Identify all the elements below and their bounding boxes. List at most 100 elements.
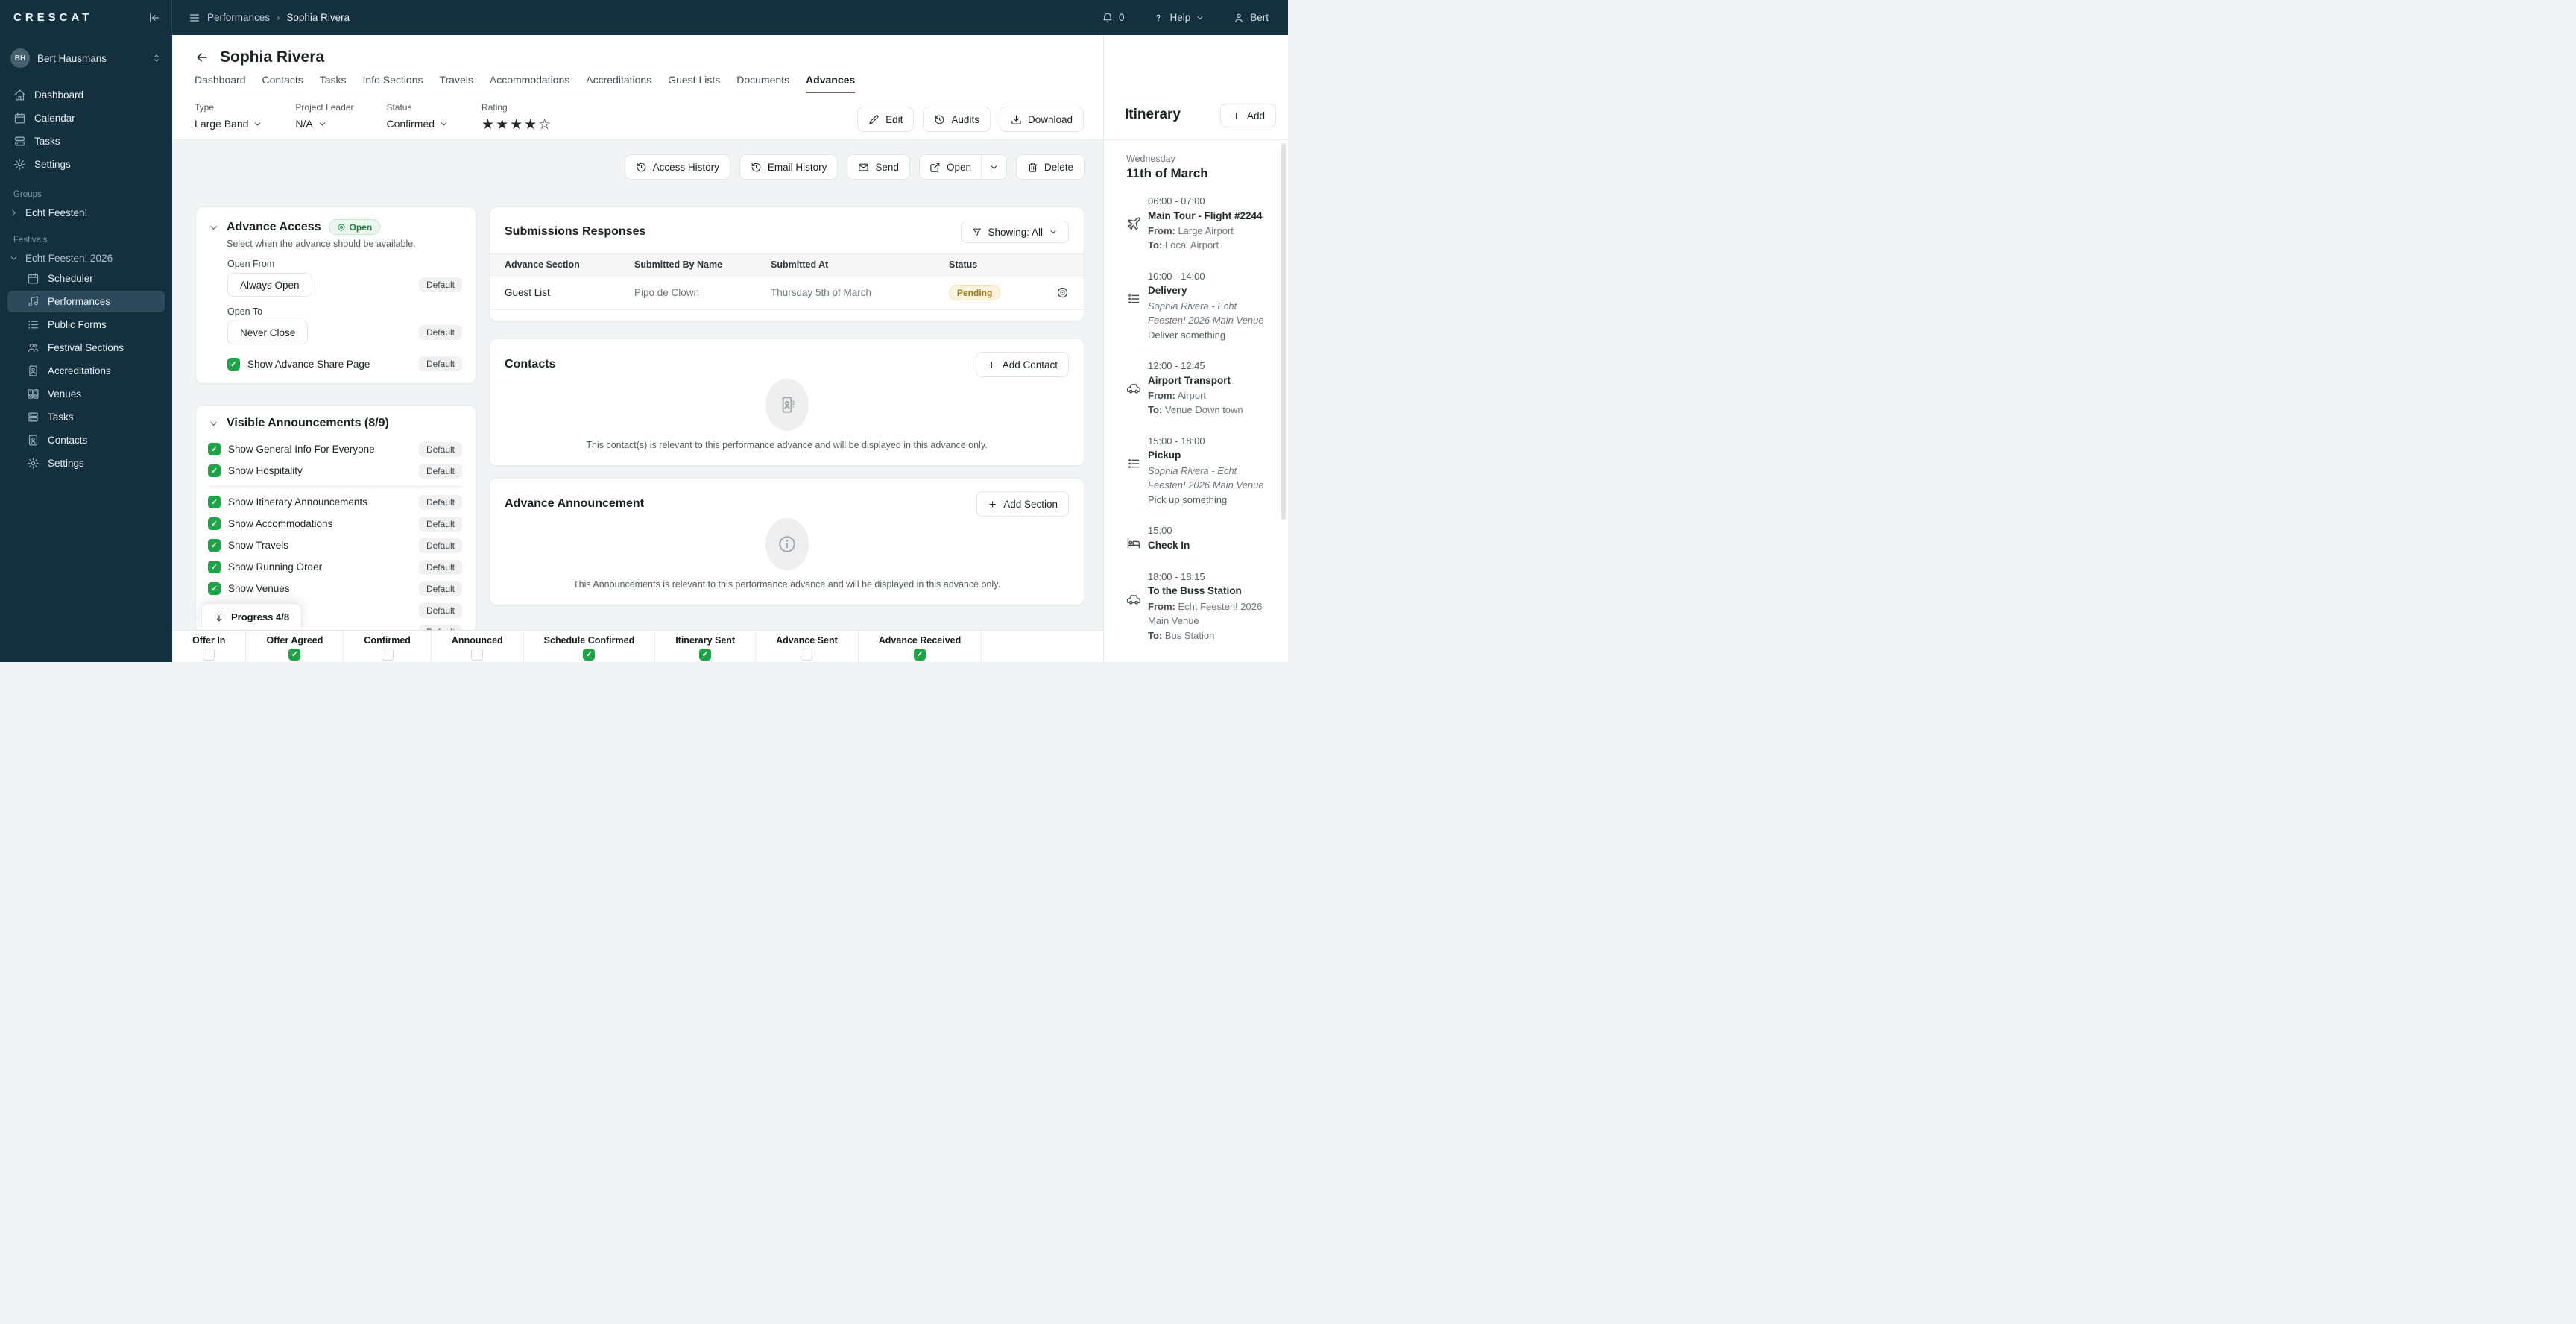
tab-advances[interactable]: Advances	[806, 74, 856, 93]
progress-button[interactable]: Progress 4/8	[201, 603, 303, 630]
status-cell-offer-in: Offer In	[172, 631, 247, 662]
sidebar-item-calendar[interactable]: Calendar	[7, 107, 165, 129]
field-status-select[interactable]: Confirmed	[386, 118, 449, 130]
sidebar-user-switcher[interactable]: BH Bert Hausmans	[0, 42, 172, 74]
tab-info-sections[interactable]: Info Sections	[363, 74, 423, 92]
back-arrow-icon[interactable]	[195, 50, 209, 65]
announcement-checkbox[interactable]: ✓	[208, 539, 221, 552]
tab-contacts[interactable]: Contacts	[262, 74, 303, 92]
status-checkbox-offer-agreed[interactable]: ✓	[288, 648, 301, 661]
sidebar-item-tasks[interactable]: Tasks	[7, 130, 165, 152]
breadcrumb-separator-icon: ›	[277, 12, 280, 23]
tab-dashboard[interactable]: Dashboard	[195, 74, 246, 92]
status-checkbox-announced[interactable]	[471, 648, 484, 661]
status-checkbox-advance-received[interactable]: ✓	[914, 648, 926, 661]
menu-icon[interactable]	[189, 12, 201, 24]
send-button[interactable]: Send	[847, 154, 910, 180]
status-checkbox-itinerary-sent[interactable]: ✓	[699, 648, 712, 661]
default-chip: Default	[418, 356, 462, 371]
tab-guest-lists[interactable]: Guest Lists	[668, 74, 720, 92]
sidebar-item-dashboard[interactable]: Dashboard	[7, 84, 165, 106]
itinerary-item-main-tour-flight-2244[interactable]: 06:00 - 07:00 Main Tour - Flight #2244 Fr…	[1126, 194, 1272, 253]
user-menu[interactable]: Bert	[1233, 12, 1269, 24]
show-advance-share-page-label: Show Advance Share Page	[247, 358, 370, 370]
sidebar-festival-echt-feesten-2026[interactable]: Echt Feesten! 2026	[0, 249, 172, 268]
itinerary-item-pickup[interactable]: 15:00 - 18:00 Pickup Sophia Rivera - Echt…	[1126, 434, 1272, 507]
announcement-checkbox[interactable]: ✓	[208, 464, 221, 477]
sidebar-festivals-label: Festivals	[13, 236, 48, 245]
open-from-select[interactable]: Always Open	[227, 273, 312, 297]
collapse-chevron-icon[interactable]	[208, 418, 219, 429]
sidebar-collapse-icon[interactable]	[148, 11, 161, 25]
page-title: Sophia Rivera	[220, 48, 325, 66]
sidebar-item-tasks[interactable]: Tasks	[7, 406, 165, 428]
show-advance-share-page-checkbox[interactable]: ✓	[227, 357, 240, 371]
announcement-label: Show General Info For Everyone	[228, 444, 375, 455]
sidebar-item-performances[interactable]: Performances	[7, 291, 165, 312]
sidebar-item-festival-sections[interactable]: Festival Sections	[7, 337, 165, 359]
breadcrumb-performances[interactable]: Performances	[207, 12, 270, 23]
sidebar-item-accreditations[interactable]: Accreditations	[7, 360, 165, 382]
open-dropdown-toggle[interactable]	[980, 155, 1006, 179]
status-checkbox-advance-sent[interactable]	[801, 648, 813, 661]
brand-logo: CRESCAT	[13, 11, 93, 24]
sidebar-item-settings[interactable]: Settings	[7, 453, 165, 474]
gear-icon	[27, 457, 40, 470]
itinerary-item-airport-transport[interactable]: 12:00 - 12:45 Airport Transport From: Air…	[1126, 359, 1272, 417]
sidebar-item-contacts[interactable]: Contacts	[7, 429, 165, 451]
itinerary-item-check-in[interactable]: 15:00 Check In	[1126, 523, 1272, 553]
help-menu[interactable]: Help	[1152, 12, 1205, 24]
tab-documents[interactable]: Documents	[736, 74, 789, 92]
download-button[interactable]: Download	[999, 107, 1084, 132]
show-advance-share-page-row: ✓ Show Advance Share Page Default	[227, 356, 462, 371]
status-checkbox-confirmed[interactable]	[381, 648, 394, 661]
announcement-checkbox[interactable]: ✓	[208, 517, 221, 530]
edit-button[interactable]: Edit	[857, 107, 915, 132]
open-button[interactable]: Open	[920, 155, 981, 179]
scrollbar-thumb[interactable]	[1281, 143, 1286, 520]
announcement-checkbox[interactable]: ✓	[208, 443, 221, 455]
email-history-button[interactable]: Email History	[739, 154, 839, 180]
itinerary-item-to-the-buss-station[interactable]: 18:00 - 18:15 To the Buss Station From: E…	[1126, 570, 1272, 643]
sidebar-item-settings[interactable]: Settings	[7, 154, 165, 175]
itinerary-time: 15:00	[1148, 525, 1172, 536]
itinerary-time: 18:00 - 18:15	[1148, 570, 1205, 582]
tab-accommodations[interactable]: Accommodations	[490, 74, 569, 92]
advance-access-card: Advance Access Open Select when the adva…	[195, 207, 476, 384]
announcement-checkbox[interactable]: ✓	[208, 582, 221, 595]
access-history-button[interactable]: Access History	[624, 154, 730, 180]
sidebar-item-scheduler[interactable]: Scheduler	[7, 268, 165, 289]
column-header-advance-section: Advance Section	[505, 259, 580, 270]
field-project-leader-select[interactable]: N/A	[295, 118, 353, 130]
tab-accreditations[interactable]: Accreditations	[586, 74, 651, 92]
status-checkbox-offer-in[interactable]	[203, 648, 215, 661]
field-type-select[interactable]: Large Band	[195, 118, 262, 130]
notifications-button[interactable]: 0	[1102, 12, 1124, 24]
default-chip: Default	[418, 325, 462, 340]
table-row[interactable]: Guest List Pipo de Clown Thursday 5th of…	[490, 276, 1084, 310]
status-checkbox-schedule-confirmed[interactable]: ✓	[583, 648, 596, 661]
view-icon[interactable]	[1056, 286, 1069, 299]
announcement-row-show-itinerary-announcements: ✓ Show Itinerary Announcements Default	[208, 492, 462, 512]
add-section-button[interactable]: Add Section	[976, 491, 1069, 517]
sidebar-group-echt-feesten[interactable]: Echt Feesten!	[0, 204, 172, 222]
contact-icon	[27, 434, 40, 447]
add-contact-button[interactable]: Add Contact	[975, 352, 1069, 377]
showing-filter-button[interactable]: Showing: All	[961, 221, 1069, 243]
announcement-checkbox[interactable]: ✓	[208, 496, 221, 508]
open-to-select[interactable]: Never Close	[227, 321, 309, 344]
column-header-submitted-by-name: Submitted By Name	[634, 259, 723, 270]
collapse-chevron-icon[interactable]	[208, 222, 219, 233]
sidebar-item-venues[interactable]: Venues	[7, 383, 165, 405]
itinerary-item-delivery[interactable]: 10:00 - 14:00 Delivery Sophia Rivera - Ec…	[1126, 269, 1272, 342]
tab-tasks[interactable]: Tasks	[320, 74, 347, 92]
audits-button[interactable]: Audits	[923, 107, 991, 132]
sidebar-item-public-forms[interactable]: Public Forms	[7, 314, 165, 335]
announcement-checkbox[interactable]: ✓	[208, 561, 221, 573]
tab-travels[interactable]: Travels	[439, 74, 473, 92]
delete-button[interactable]: Delete	[1015, 154, 1085, 180]
rating-stars[interactable]: ★★★★☆	[482, 118, 552, 132]
itinerary-item-job[interactable]: 18:00 - 23:00 JobSophia Rivera - Echt Fe…	[1126, 659, 1272, 662]
itinerary-add-button[interactable]: Add	[1219, 104, 1276, 127]
itinerary-time: 12:00 - 12:45	[1148, 360, 1205, 371]
